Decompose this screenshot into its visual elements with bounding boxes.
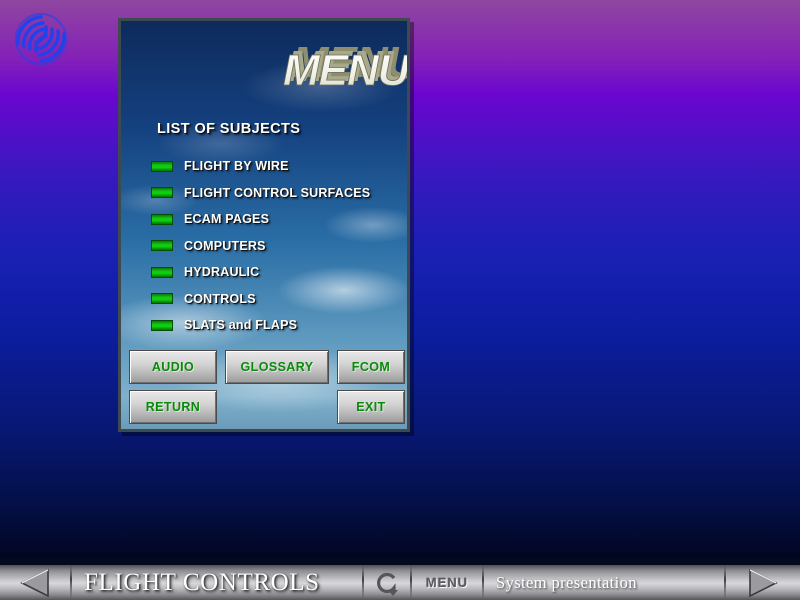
airbus-swirl-logo bbox=[8, 6, 74, 72]
next-page-button[interactable] bbox=[726, 565, 800, 600]
green-bullet-icon bbox=[151, 266, 173, 278]
previous-page-button[interactable] bbox=[0, 565, 70, 600]
menu-button-cell[interactable]: MENU bbox=[412, 565, 482, 600]
list-item-label: COMPUTERS bbox=[184, 238, 266, 253]
fcom-button[interactable]: FCOM bbox=[337, 350, 405, 384]
list-item[interactable]: CONTROLS bbox=[151, 286, 401, 313]
green-bullet-icon bbox=[151, 187, 173, 199]
list-item[interactable]: ECAM PAGES bbox=[151, 206, 401, 233]
list-item[interactable]: COMPUTERS bbox=[151, 233, 401, 260]
list-item-label: ECAM PAGES bbox=[184, 212, 270, 227]
green-bullet-icon bbox=[151, 319, 173, 331]
svg-text:MENU: MENU bbox=[283, 46, 410, 95]
list-item[interactable]: FLIGHT CONTROL SURFACES bbox=[151, 180, 401, 207]
list-item[interactable]: FLIGHT BY WIRE bbox=[151, 153, 401, 180]
page-title-cell: FLIGHT CONTROLS bbox=[72, 565, 362, 600]
list-item[interactable]: SLATS and FLAPS bbox=[151, 312, 401, 339]
page-title: FLIGHT CONTROLS bbox=[84, 568, 320, 596]
subject-list: FLIGHT BY WIRE FLIGHT CONTROL SURFACES E… bbox=[151, 153, 401, 339]
list-of-subjects-heading: LIST OF SUBJECTS bbox=[157, 121, 301, 137]
bottom-bar-top-strip bbox=[0, 558, 800, 565]
triangle-left-icon bbox=[20, 568, 49, 597]
list-item-label: HYDRAULIC bbox=[184, 265, 260, 280]
bottom-navigation-bar: FLIGHT CONTROLS MENU System presentation bbox=[0, 565, 800, 600]
triangle-right-icon bbox=[749, 568, 778, 597]
exit-button[interactable]: EXIT bbox=[337, 390, 405, 424]
glossary-button[interactable]: GLOSSARY bbox=[225, 350, 329, 384]
status-text: System presentation bbox=[496, 572, 637, 592]
menu-title-3d: MENU MENU MENU bbox=[281, 33, 410, 101]
refresh-arrow-icon bbox=[377, 572, 398, 596]
list-item-label: FLIGHT BY WIRE bbox=[184, 159, 289, 174]
list-item-label: SLATS and FLAPS bbox=[184, 318, 298, 333]
list-item-label: CONTROLS bbox=[184, 291, 256, 306]
green-bullet-icon bbox=[151, 240, 173, 252]
green-bullet-icon bbox=[151, 293, 173, 305]
list-item[interactable]: HYDRAULIC bbox=[151, 259, 401, 286]
status-cell: System presentation bbox=[484, 565, 724, 600]
audio-button[interactable]: AUDIO bbox=[129, 350, 217, 384]
menu-panel: MENU MENU MENU LIST OF SUBJECTS FLIGHT B… bbox=[118, 18, 410, 432]
refresh-button[interactable] bbox=[364, 565, 410, 600]
menu-button[interactable]: MENU bbox=[426, 575, 468, 590]
green-bullet-icon bbox=[151, 160, 173, 172]
green-bullet-icon bbox=[151, 213, 173, 225]
list-item-label: FLIGHT CONTROL SURFACES bbox=[184, 185, 371, 200]
application-window: MENU MENU MENU LIST OF SUBJECTS FLIGHT B… bbox=[0, 0, 800, 600]
return-button[interactable]: RETURN bbox=[129, 390, 217, 424]
